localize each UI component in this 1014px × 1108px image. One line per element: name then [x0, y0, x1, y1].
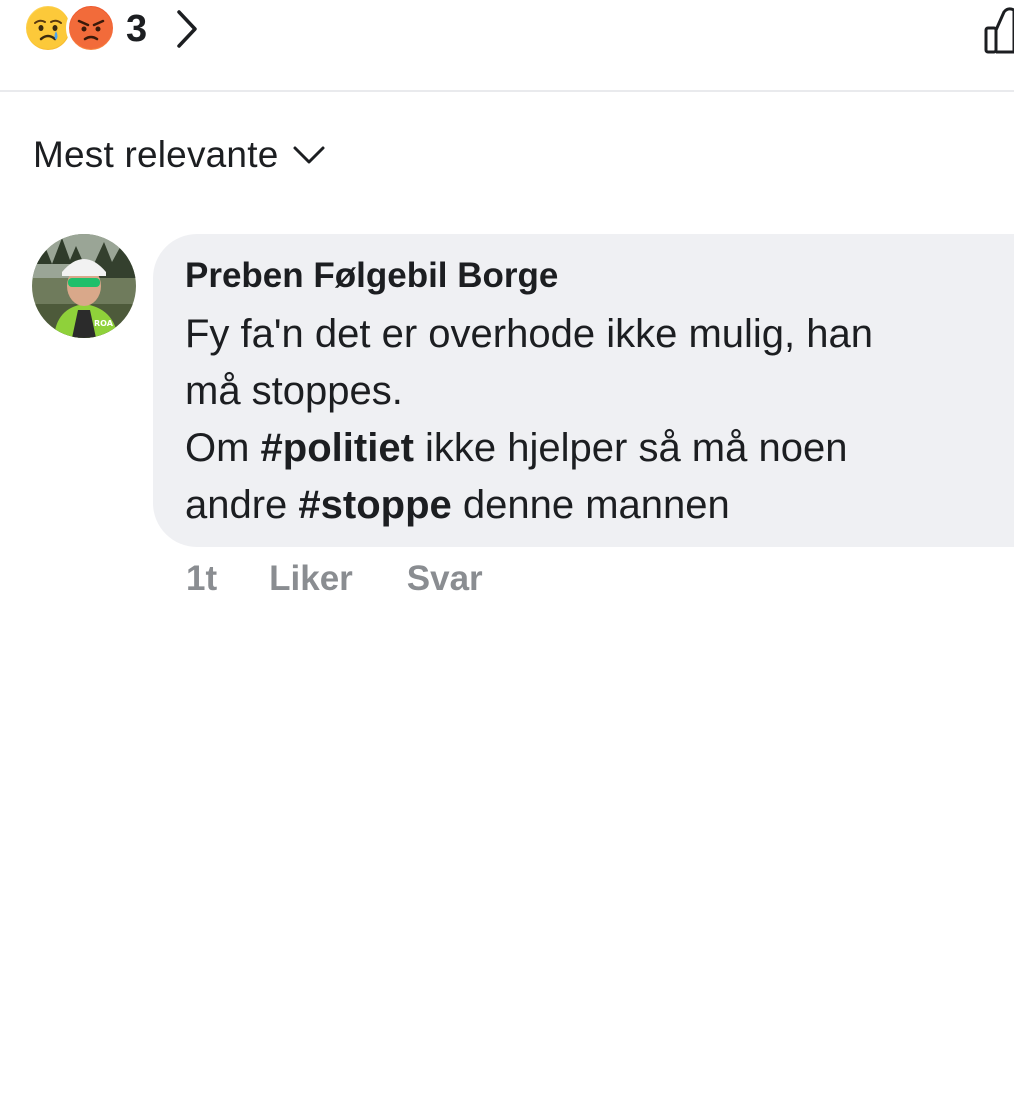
like-outline-icon[interactable] [984, 4, 1014, 54]
sad-emoji-icon [26, 6, 70, 50]
chevron-right-icon [177, 10, 197, 48]
avatar-vest-print: ROA [94, 319, 114, 328]
reactions-summary-button[interactable]: 3 [26, 3, 201, 53]
avatar-image: ROA [32, 234, 136, 338]
comments-screen: 3 Mest relevante ROA Preben Følgebil Bor… [0, 0, 1014, 1108]
comment-line-3-prefix: Om [185, 426, 261, 470]
hashtag-politiet[interactable]: #politiet [261, 426, 414, 470]
reaction-emoji-stack [26, 3, 118, 53]
sort-label: Mest relevante [33, 134, 279, 175]
comment-line-2: må stoppes. [185, 369, 403, 413]
comment-author[interactable]: Preben Følgebil Borge [185, 254, 1014, 298]
comment-line-3: Om #politiet ikke hjelper så må noen [185, 420, 985, 477]
comment-text: Fy fa'n det er overhode ikke mulig, han … [185, 306, 985, 534]
comment-line-4: andre #stoppe denne mannen [185, 477, 985, 534]
avatar[interactable]: ROA [32, 234, 136, 338]
reactions-bar: 3 [0, 0, 1014, 92]
comment-bubble[interactable]: Preben Følgebil Borge Fy fa'n det er ove… [153, 234, 1014, 547]
reply-button[interactable]: Svar [407, 559, 483, 599]
sort-dropdown[interactable]: Mest relevante [33, 134, 326, 176]
hashtag-stoppe[interactable]: #stoppe [298, 483, 451, 527]
comment-line-4-suffix: denne mannen [451, 483, 730, 527]
chevron-down-icon [293, 146, 325, 164]
comment-line-1: Fy fa'n det er overhode ikke mulig, han [185, 312, 874, 356]
reaction-count: 3 [126, 7, 148, 50]
angry-emoji-icon [66, 3, 116, 53]
comment-timestamp[interactable]: 1t [186, 559, 217, 599]
comment-actions: 1t Liker Svar [186, 559, 483, 599]
comment-line-4-prefix: andre [185, 483, 299, 527]
comment-line-3-suffix: ikke hjelper så må noen [413, 426, 848, 470]
like-button[interactable]: Liker [269, 559, 353, 599]
